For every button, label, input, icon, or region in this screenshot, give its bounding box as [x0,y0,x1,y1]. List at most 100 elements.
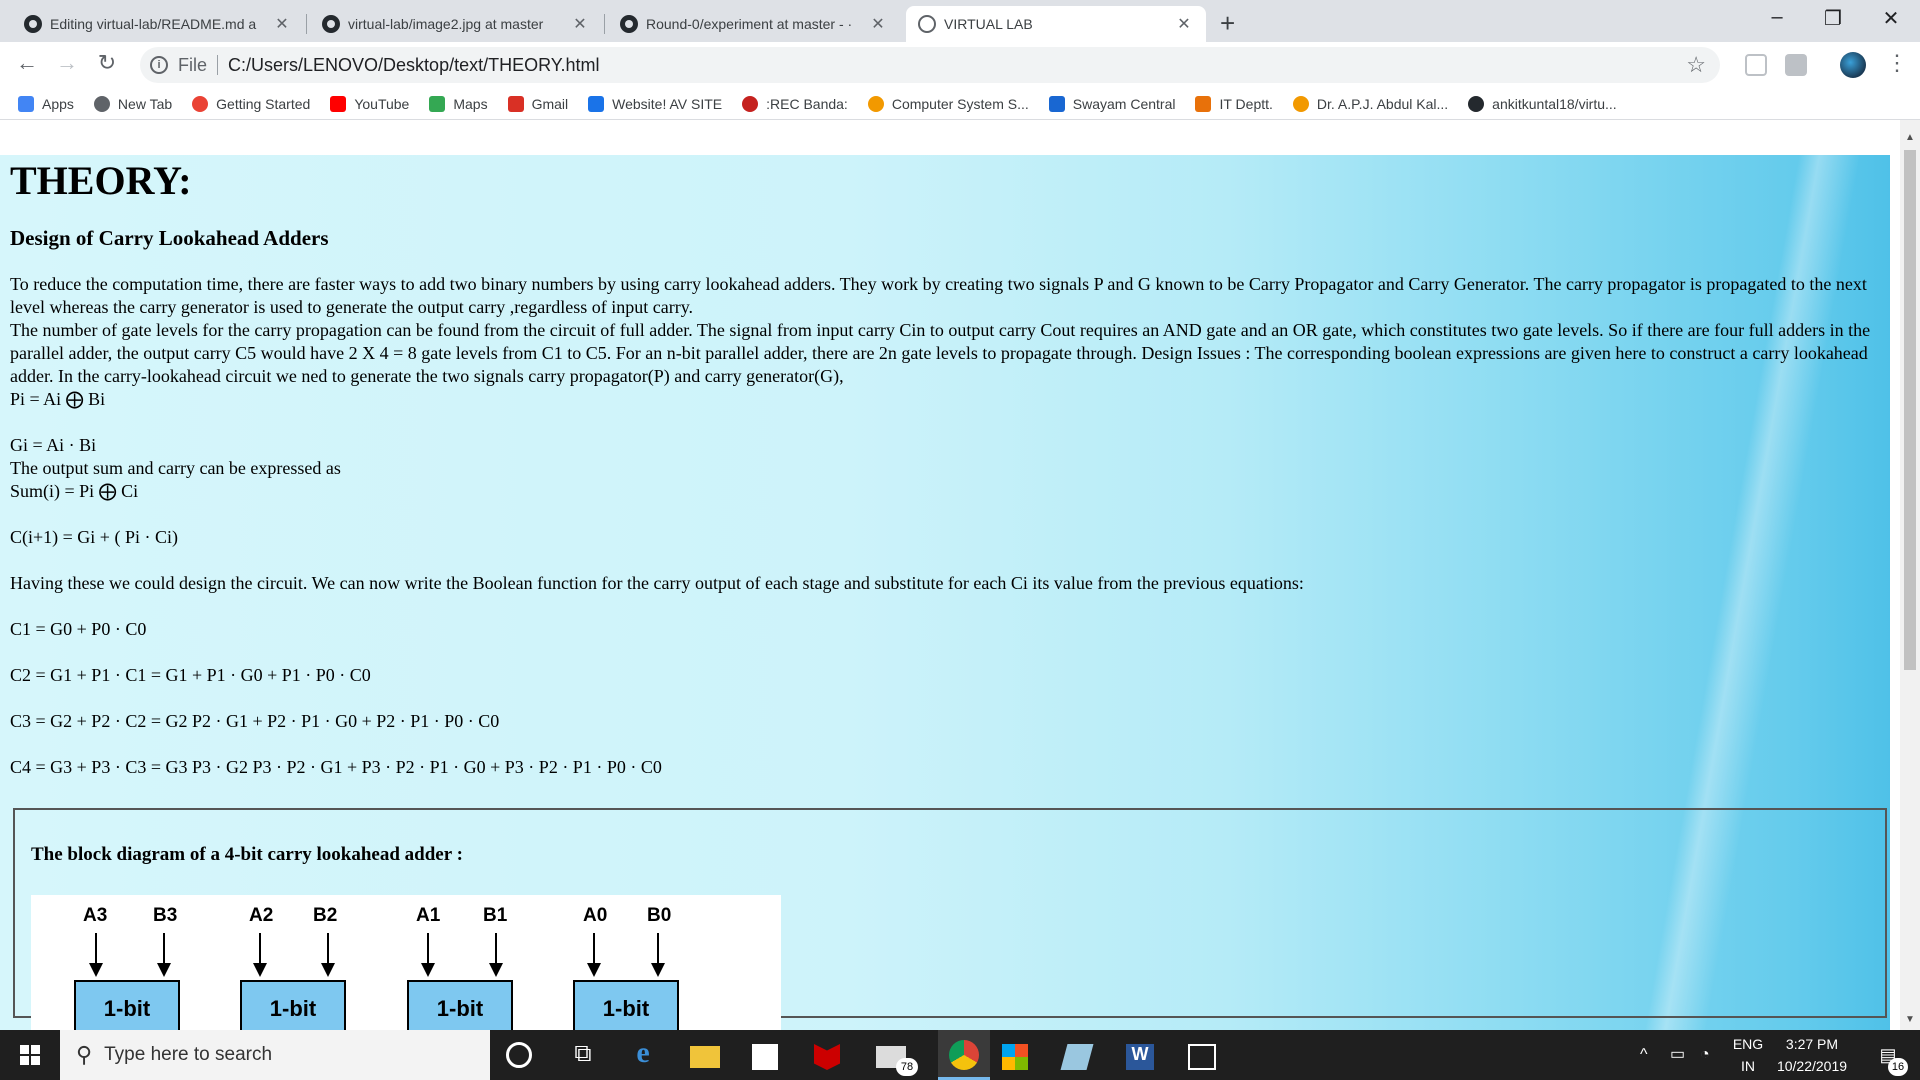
one-bit-adder-block: 1-bit [407,980,513,1030]
github-icon [322,15,340,33]
photos-icon[interactable] [1188,1044,1216,1070]
close-window-button[interactable]: ✕ [1866,6,1916,31]
battery-icon[interactable]: ▭ [1670,1030,1685,1080]
word-icon[interactable]: W [1126,1044,1154,1070]
it-icon [1195,95,1212,112]
pdf-extension-icon[interactable] [1785,54,1807,76]
back-button[interactable]: ← [12,50,42,76]
github-icon [620,15,638,33]
tab-image2[interactable]: virtual-lab/image2.jpg at master ✕ [310,6,602,42]
input-label: B0 [647,905,672,926]
bookmark-rec-banda[interactable]: :REC Banda: [742,95,848,112]
section-heading: Design of Carry Lookahead Adders [10,226,329,250]
input-arrow [651,933,665,977]
diagram-title: The block diagram of a 4-bit carry looka… [31,844,463,865]
office-icon[interactable] [1002,1044,1028,1070]
bookmark-new-tab[interactable]: New Tab [93,95,172,112]
input-label: B3 [153,905,178,926]
file-label: File [178,54,208,75]
bookmark-label: YouTube [354,95,410,112]
new-tab-button[interactable]: + [1220,8,1235,39]
bookmark-swayam[interactable]: Swayam Central [1048,95,1175,112]
bookmarks-bar: Apps New Tab Getting Started YouTube Map… [0,88,1920,120]
star-icon[interactable]: ☆ [1686,52,1706,78]
tab-readme[interactable]: Editing virtual-lab/README.md a ✕ [12,6,304,42]
page-scrollbar[interactable]: ▲ ▼ [1900,120,1920,1030]
close-icon[interactable]: ✕ [1174,14,1194,34]
close-icon[interactable]: ✕ [570,14,590,34]
bookmark-youtube[interactable]: YouTube [330,95,410,112]
input-arrow [587,933,601,977]
search-icon: ⚲ [76,1042,93,1067]
seal-icon [867,95,884,112]
restore-button[interactable]: ❐ [1808,6,1858,31]
store-icon[interactable] [752,1044,778,1070]
extension-icon[interactable] [1745,54,1767,76]
input-arrow [321,933,335,977]
bookmark-it-deptt[interactable]: IT Deptt. [1195,95,1273,112]
bookmark-apps[interactable]: Apps [18,95,74,112]
close-icon[interactable]: ✕ [272,14,292,34]
equation-sum: Sum(i) = Pi ⨁ Ci [10,481,139,501]
firefox-icon [192,95,209,112]
bookmark-label: Computer System S... [891,95,1029,112]
start-button[interactable] [0,1030,60,1080]
gate-levels-paragraph: The number of gate levels for the carry … [10,320,1871,386]
wifi-icon[interactable]: ◔ [1700,1030,1710,1080]
gmail-icon [507,95,524,112]
clock-date: 10/22/2019 [1776,1058,1848,1074]
tab-round0[interactable]: Round-0/experiment at master - · ✕ [608,6,900,42]
bookmark-apj-abdul-kalam[interactable]: Dr. A.P.J. Abdul Kal... [1292,95,1449,112]
tab-title: Round-0/experiment at master - · [646,16,853,32]
github-icon [24,15,42,33]
input-arrow [421,933,435,977]
minimize-button[interactable]: – [1752,6,1802,29]
input-label: B2 [313,905,338,926]
close-icon[interactable]: ✕ [868,14,888,34]
bookmark-getting-started[interactable]: Getting Started [192,95,310,112]
globe-icon [93,95,110,112]
tab-virtual-lab[interactable]: VIRTUAL LAB ✕ [906,6,1206,42]
apps-grid-icon [18,95,34,112]
bookmark-label: Dr. A.P.J. Abdul Kal... [1316,95,1449,112]
scroll-up-icon[interactable]: ▲ [1900,132,1920,143]
forward-button[interactable]: → [52,50,82,76]
profile-avatar[interactable] [1840,52,1866,78]
clock-time: 3:27 PM [1785,1036,1839,1052]
bookmark-maps[interactable]: Maps [429,95,488,112]
language-indicator[interactable]: ENG IN [1728,1030,1768,1080]
address-bar[interactable]: i File C:/Users/LENOVO/Desktop/text/THEO… [140,47,1720,83]
taskbar-search[interactable]: ⚲ Type here to search [60,1030,490,1080]
url-text[interactable]: C:/Users/LENOVO/Desktop/text/THEORY.html [228,55,599,76]
one-bit-adder-block: 1-bit [74,980,180,1030]
bookmark-gmail[interactable]: Gmail [507,95,568,112]
scroll-thumb[interactable] [1904,150,1916,670]
bookmark-av-site[interactable]: Website! AV SITE [588,95,722,112]
info-icon[interactable]: i [150,56,168,74]
gear-icon [742,95,759,112]
input-arrow [253,933,267,977]
scroll-down-icon[interactable]: ▼ [1900,1014,1920,1025]
tab-strip: Editing virtual-lab/README.md a ✕ virtua… [0,0,1920,42]
edge-icon[interactable]: e [628,1036,658,1069]
input-arrow [489,933,503,977]
notification-badge: 16 [1888,1058,1908,1076]
input-label: B1 [483,905,508,926]
task-view-icon[interactable]: ⧉ [568,1040,598,1070]
clock[interactable]: 3:27 PM 10/22/2019 [1772,1030,1852,1080]
bookmark-github-repo[interactable]: ankitkuntal18/virtu... [1468,95,1617,112]
cortana-icon[interactable] [506,1042,532,1068]
show-hidden-icons[interactable]: ^ [1640,1030,1648,1080]
tab-divider [306,14,307,34]
menu-icon[interactable]: ⋮ [1886,50,1908,76]
equation-carry: C(i+1) = Gi + ( Pi · Ci) [10,527,178,547]
reload-button[interactable]: ↻ [92,50,122,76]
boolean-paragraph: Having these we could design the circuit… [10,573,1304,593]
bookmark-computer-system[interactable]: Computer System S... [867,95,1029,112]
file-explorer-icon[interactable] [690,1046,720,1068]
bookmark-label: Maps [453,95,488,112]
chrome-taskbar-button[interactable] [938,1030,990,1080]
